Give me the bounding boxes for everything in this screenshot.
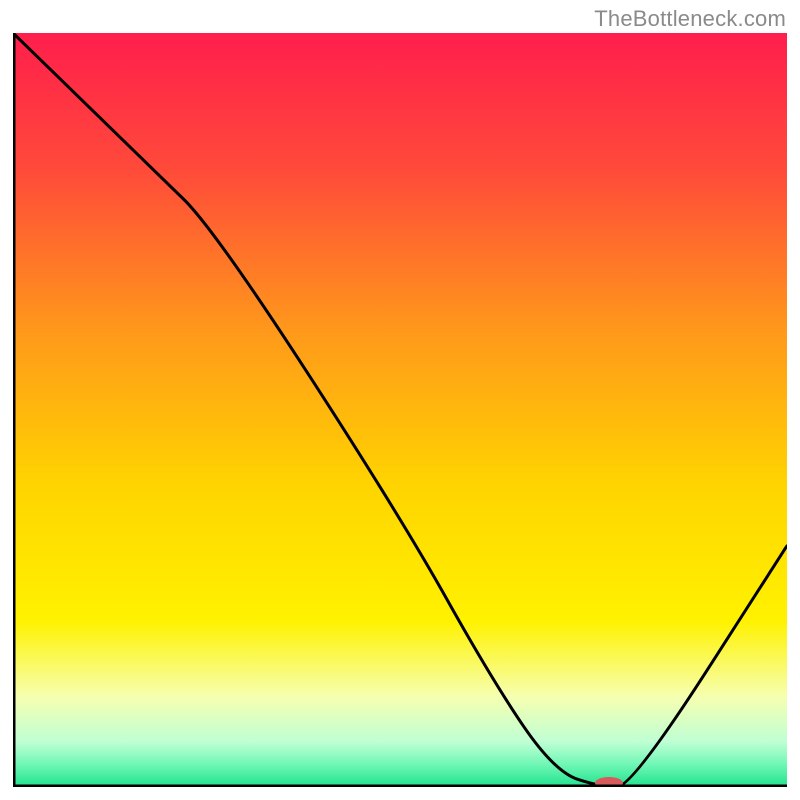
bottleneck-chart	[13, 33, 787, 787]
watermark-text: TheBottleneck.com	[594, 6, 786, 32]
chart-svg	[13, 33, 787, 787]
